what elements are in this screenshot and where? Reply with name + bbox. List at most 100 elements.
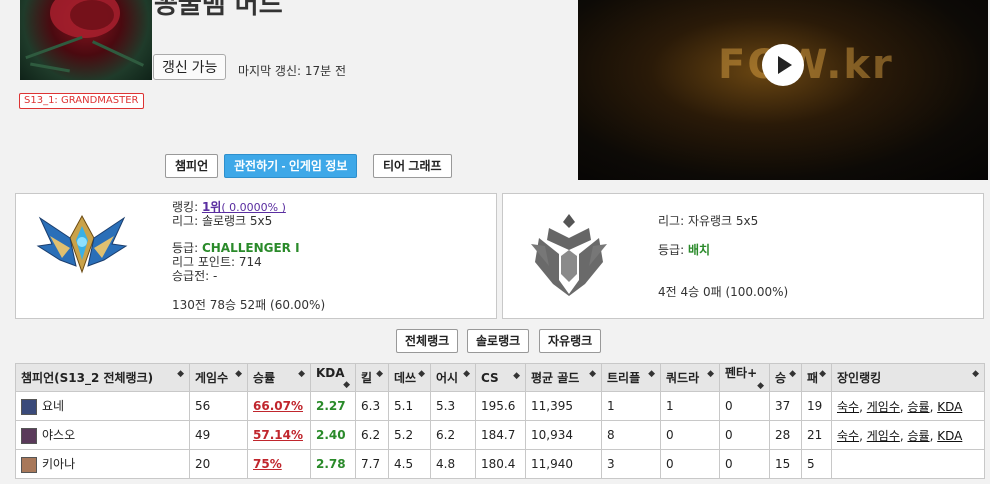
col-penta[interactable]: 펜타+ ◆ (719, 363, 770, 392)
cs-value: 184.7 (481, 428, 516, 442)
penta-value: 0 (725, 428, 733, 442)
sort-icon[interactable]: ◆ (819, 369, 826, 379)
mastery-link[interactable]: 승률 (908, 400, 930, 414)
assists-cell: 6.2 (430, 420, 476, 450)
tier-label: 등급: (172, 241, 199, 255)
sort-icon[interactable]: ◆ (235, 369, 242, 379)
col-games[interactable]: 게임수 ◆ (189, 363, 248, 392)
winrate-value[interactable]: 57.14% (253, 428, 303, 442)
losses-cell: 5 (801, 449, 832, 479)
ranking-link[interactable]: 1위 (202, 200, 221, 214)
solo-league-text: 리그: 솔로랭크 5x5 (172, 214, 273, 228)
flex-tier-line: 등급: 배치 (658, 244, 710, 257)
challenger-emblem-icon (36, 214, 128, 274)
league-points-text: 리그 포인트: 714 (172, 255, 262, 269)
cs-cell: 184.7 (475, 420, 526, 450)
sort-icon[interactable]: ◆ (418, 369, 425, 379)
mastery-link[interactable]: 승률 (908, 429, 930, 443)
sort-icon[interactable]: ◆ (707, 369, 714, 379)
play-button-icon[interactable] (762, 44, 804, 86)
champion-stats-table: 챔피언(S13_2 전체랭크) ◆ 게임수 ◆ 승률 ◆ KDA ◆ 킬 ◆ 데쓰 ◆ 어시… (15, 363, 985, 479)
col-deaths[interactable]: 데쓰 ◆ (388, 363, 431, 392)
sort-icon[interactable]: ◆ (757, 381, 764, 391)
last-update-text: 마지막 갱신: 17분 전 (238, 64, 347, 78)
mastery-cell: 숙수, 게임수, 승률, KDA (831, 420, 985, 450)
sort-icon[interactable]: ◆ (343, 380, 350, 390)
losses-value: 19 (807, 399, 823, 413)
col-losses[interactable]: 패 ◆ (801, 363, 832, 392)
assists-value: 5.3 (436, 399, 456, 413)
winrate-value[interactable]: 75% (253, 457, 282, 471)
mastery-link[interactable]: 숙수 (837, 400, 859, 414)
cs-cell: 195.6 (475, 391, 526, 421)
triple-cell: 3 (601, 449, 661, 479)
col-kda[interactable]: KDA ◆ (310, 363, 356, 392)
losses-value: 21 (807, 428, 823, 442)
champion-cell: 키아나 (15, 449, 190, 479)
solo-record-text: 130전 78승 52패 (60.00%) (172, 298, 326, 312)
filter-flex-rank-button[interactable]: 자유랭크 (539, 329, 602, 353)
games-cell: 20 (189, 449, 248, 479)
tab-spectate-ingame[interactable]: 관전하기 - 인게임 정보 (224, 154, 358, 178)
winrate-cell: 66.07% (247, 391, 311, 421)
video-player[interactable]: FOW.kr (578, 0, 988, 180)
mastery-link[interactable]: 게임수 (867, 429, 900, 443)
triple-value: 8 (607, 428, 615, 442)
col-triple[interactable]: 트리플 ◆ (601, 363, 661, 392)
sort-icon[interactable]: ◆ (513, 371, 520, 381)
kills-cell: 6.3 (355, 391, 389, 421)
mastery-link[interactable]: KDA (937, 429, 962, 443)
cs-value: 195.6 (481, 399, 516, 413)
quadra-cell: 0 (660, 449, 720, 479)
mastery-link[interactable]: KDA (937, 400, 962, 414)
col-mastery-ranking[interactable]: 장인랭킹 ◆ (831, 363, 985, 392)
triple-value: 1 (607, 399, 615, 413)
tab-champion[interactable]: 챔피언 (165, 154, 219, 178)
assists-value: 6.2 (436, 428, 456, 442)
wins-value: 15 (775, 457, 791, 471)
tab-tier-graph[interactable]: 티어 그래프 (373, 154, 452, 178)
table-row[interactable]: 야스오 49 57.14% 2.40 6.2 5.2 6.2 184.7 10,934 8 0 0 28… (15, 420, 985, 450)
quadra-cell: 1 (660, 391, 720, 421)
refresh-button[interactable]: 갱신 가능 (153, 54, 227, 80)
solo-rank-panel: 랭킹: 1위( 0.0000% ) 리그: 솔로랭크 5x5 등급: CHALL… (15, 193, 497, 319)
table-row[interactable]: 요네 56 66.07% 2.27 6.3 5.1 5.3 195.6 11,395 1 1 0 37 1… (15, 391, 985, 421)
deaths-value: 5.1 (394, 399, 414, 413)
deaths-value: 4.5 (394, 457, 414, 471)
sort-icon[interactable]: ◆ (376, 369, 383, 379)
games-value: 56 (195, 399, 211, 413)
sort-icon[interactable]: ◆ (589, 369, 596, 379)
sort-icon[interactable]: ◆ (648, 369, 655, 379)
col-champion[interactable]: 챔피언(S13_2 전체랭크) ◆ (15, 363, 190, 392)
quadra-value: 0 (666, 428, 674, 442)
col-avg-gold[interactable]: 평균 골드 ◆ (525, 363, 602, 392)
col-assists[interactable]: 어시 ◆ (430, 363, 476, 392)
col-wins[interactable]: 승 ◆ (769, 363, 802, 392)
deaths-cell: 5.2 (388, 420, 431, 450)
sort-icon[interactable]: ◆ (177, 369, 184, 379)
winrate-value[interactable]: 66.07% (253, 399, 303, 413)
filter-all-rank-button[interactable]: 전체랭크 (396, 329, 459, 353)
ranking-percent-link[interactable]: ( 0.0000% ) (221, 201, 286, 214)
assists-cell: 5.3 (430, 391, 476, 421)
col-winrate[interactable]: 승률 ◆ (247, 363, 311, 392)
sort-icon[interactable]: ◆ (972, 369, 979, 379)
losses-value: 5 (807, 457, 815, 471)
col-cs[interactable]: CS ◆ (475, 363, 526, 392)
wins-value: 28 (775, 428, 791, 442)
penta-cell: 0 (719, 449, 770, 479)
table-header-row: 챔피언(S13_2 전체랭크) ◆ 게임수 ◆ 승률 ◆ KDA ◆ 킬 ◆ 데쓰 ◆ 어시… (15, 363, 985, 392)
sort-icon[interactable]: ◆ (463, 369, 470, 379)
table-row[interactable]: 키아나 20 75% 2.78 7.7 4.5 4.8 180.4 11,940 3 0 0 15 5 (15, 449, 985, 479)
summoner-name: 꽁꿀뱀 머드 (154, 0, 283, 20)
mastery-link[interactable]: 숙수 (837, 429, 859, 443)
triple-value: 3 (607, 457, 615, 471)
sort-icon[interactable]: ◆ (789, 369, 796, 379)
kills-value: 6.2 (361, 428, 381, 442)
col-quadra[interactable]: 쿼드라 ◆ (660, 363, 720, 392)
mastery-cell: 숙수, 게임수, 승률, KDA (831, 391, 985, 421)
filter-solo-rank-button[interactable]: 솔로랭크 (467, 329, 530, 353)
col-kills[interactable]: 킬 ◆ (355, 363, 389, 392)
sort-icon[interactable]: ◆ (298, 369, 305, 379)
mastery-link[interactable]: 게임수 (867, 400, 900, 414)
